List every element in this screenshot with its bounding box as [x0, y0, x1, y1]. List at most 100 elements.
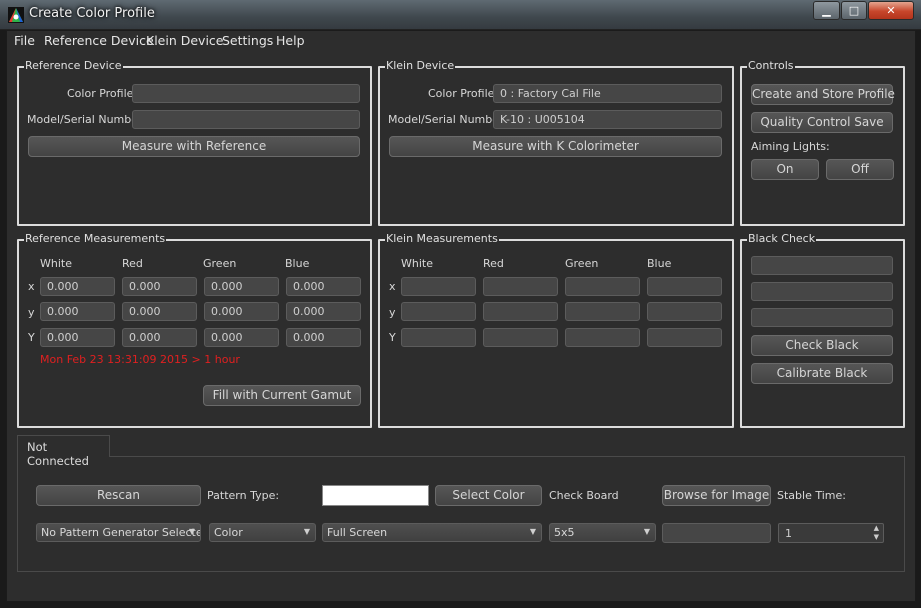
controls-title: Controls — [747, 59, 795, 72]
menu-settings[interactable]: Settings — [220, 33, 275, 48]
check-black-button[interactable]: Check Black — [751, 335, 893, 356]
title-bar: Create Color Profile ▁ □ ✕ — [0, 0, 921, 30]
klein-x-white-field[interactable] — [401, 277, 476, 296]
pattern-color-swatch[interactable] — [322, 485, 429, 506]
quality-control-save-button[interactable]: Quality Control Save — [751, 112, 893, 133]
pattern-tab-pane — [17, 456, 905, 572]
close-button[interactable]: ✕ — [868, 1, 914, 20]
menu-help[interactable]: Help — [274, 33, 307, 48]
klein-model-field[interactable]: K-10 : U005104 — [493, 110, 722, 129]
ref-row-label: x — [28, 280, 35, 293]
stable-time-spinbox[interactable]: 1 ▲ ▼ — [778, 523, 884, 543]
klein-Y-blue-field[interactable] — [647, 328, 722, 347]
fill-with-current-gamut-button[interactable]: Fill with Current Gamut — [203, 385, 361, 406]
menu-reference-device[interactable]: Reference Device — [42, 33, 156, 48]
klein-x-blue-field[interactable] — [647, 277, 722, 296]
ref-col-green: Green — [203, 257, 237, 270]
aiming-off-button[interactable]: Off — [826, 159, 894, 180]
checkboard-grid-select[interactable]: 5x5 ▼ — [549, 523, 656, 542]
select-color-button[interactable]: Select Color — [435, 485, 542, 506]
calibrate-black-button[interactable]: Calibrate Black — [751, 363, 893, 384]
klein-y-green-field[interactable] — [565, 302, 640, 321]
klein-x-green-field[interactable] — [565, 277, 640, 296]
app-icon — [8, 7, 24, 23]
ref-color-profile-field[interactable] — [132, 84, 360, 103]
ref-row-label: Y — [28, 331, 35, 344]
spin-arrows-icon[interactable]: ▲ ▼ — [874, 524, 879, 542]
maximize-button[interactable]: □ — [841, 1, 867, 20]
image-path-field[interactable] — [662, 523, 771, 543]
pattern-type-label: Pattern Type: — [207, 489, 280, 502]
klein-Y-white-field[interactable] — [401, 328, 476, 347]
ref-Y-blue-field[interactable]: 0.000 — [286, 328, 361, 347]
klein-x-red-field[interactable] — [483, 277, 558, 296]
black-check-field-1[interactable] — [751, 256, 893, 275]
pattern-type-select[interactable]: Color ▼ — [209, 523, 316, 542]
stable-time-value: 1 — [785, 527, 792, 540]
pattern-area-value: Full Screen — [327, 526, 388, 539]
ref-Y-green-field[interactable]: 0.000 — [204, 328, 279, 347]
ref-col-blue: Blue — [285, 257, 310, 270]
klein-row-label: x — [389, 280, 396, 293]
ref-x-green-field[interactable]: 0.000 — [204, 277, 279, 296]
ref-Y-red-field[interactable]: 0.000 — [122, 328, 197, 347]
ref-row-label: y — [28, 306, 35, 319]
aiming-on-button[interactable]: On — [751, 159, 819, 180]
klein-row-label: Y — [389, 331, 396, 344]
minimize-button[interactable]: ▁ — [813, 1, 840, 20]
close-icon: ✕ — [886, 4, 896, 17]
pattern-area-select[interactable]: Full Screen ▼ — [322, 523, 542, 542]
ref-x-blue-field[interactable]: 0.000 — [286, 277, 361, 296]
black-check-field-3[interactable] — [751, 308, 893, 327]
klein-color-profile-field[interactable]: 0 : Factory Cal File — [493, 84, 722, 103]
chevron-down-icon: ▼ — [529, 527, 536, 536]
ref-Y-white-field[interactable]: 0.000 — [40, 328, 115, 347]
ref-x-red-field[interactable]: 0.000 — [122, 277, 197, 296]
ref-col-red: Red — [122, 257, 143, 270]
klein-col-white: White — [401, 257, 433, 270]
stable-time-label: Stable Time: — [777, 489, 846, 502]
ref-y-white-field[interactable]: 0.000 — [40, 302, 115, 321]
klein-col-blue: Blue — [647, 257, 672, 270]
pattern-generator-select[interactable]: No Pattern Generator Selecte ▼ — [36, 523, 201, 542]
klein-col-red: Red — [483, 257, 504, 270]
window-title: Create Color Profile — [29, 6, 155, 21]
rescan-button[interactable]: Rescan — [36, 485, 201, 506]
black-check-title: Black Check — [747, 232, 817, 245]
tab-not-connected[interactable]: Not Connected — [17, 435, 110, 468]
create-store-profile-button[interactable]: Create and Store Profile — [751, 84, 895, 105]
chevron-down-icon: ▼ — [188, 527, 195, 536]
klein-y-white-field[interactable] — [401, 302, 476, 321]
ref-color-profile-label: Color Profile — [67, 87, 134, 100]
ref-y-red-field[interactable]: 0.000 — [122, 302, 197, 321]
klein-Y-red-field[interactable] — [483, 328, 558, 347]
klein-y-red-field[interactable] — [483, 302, 558, 321]
check-board-label: Check Board — [549, 489, 619, 502]
klein-color-profile-label: Color Profile — [428, 87, 495, 100]
black-check-field-2[interactable] — [751, 282, 893, 301]
klein-device-title: Klein Device — [385, 59, 456, 72]
reference-measurements-title: Reference Measurements — [24, 232, 167, 245]
browse-for-image-button[interactable]: Browse for Image — [662, 485, 771, 506]
ref-x-white-field[interactable]: 0.000 — [40, 277, 115, 296]
measure-with-reference-button[interactable]: Measure with Reference — [28, 136, 360, 157]
aiming-lights-label: Aiming Lights: — [751, 140, 830, 153]
ref-col-white: White — [40, 257, 72, 270]
minimize-icon: ▁ — [822, 4, 831, 17]
menu-file[interactable]: File — [12, 33, 37, 48]
ref-y-green-field[interactable]: 0.000 — [204, 302, 279, 321]
ref-y-blue-field[interactable]: 0.000 — [286, 302, 361, 321]
klein-measurements-title: Klein Measurements — [385, 232, 499, 245]
chevron-down-icon: ▼ — [303, 527, 310, 536]
reference-device-title: Reference Device — [24, 59, 123, 72]
klein-y-blue-field[interactable] — [647, 302, 722, 321]
klein-model-label: Model/Serial Number — [388, 113, 504, 126]
ref-model-label: Model/Serial Number — [27, 113, 143, 126]
klein-row-label: y — [389, 306, 396, 319]
maximize-icon: □ — [848, 4, 860, 17]
pattern-type-value: Color — [214, 526, 243, 539]
menu-klein-device[interactable]: Klein Device — [144, 33, 225, 48]
klein-Y-green-field[interactable] — [565, 328, 640, 347]
measure-with-k-colorimeter-button[interactable]: Measure with K Colorimeter — [389, 136, 722, 157]
ref-model-field[interactable] — [132, 110, 360, 129]
